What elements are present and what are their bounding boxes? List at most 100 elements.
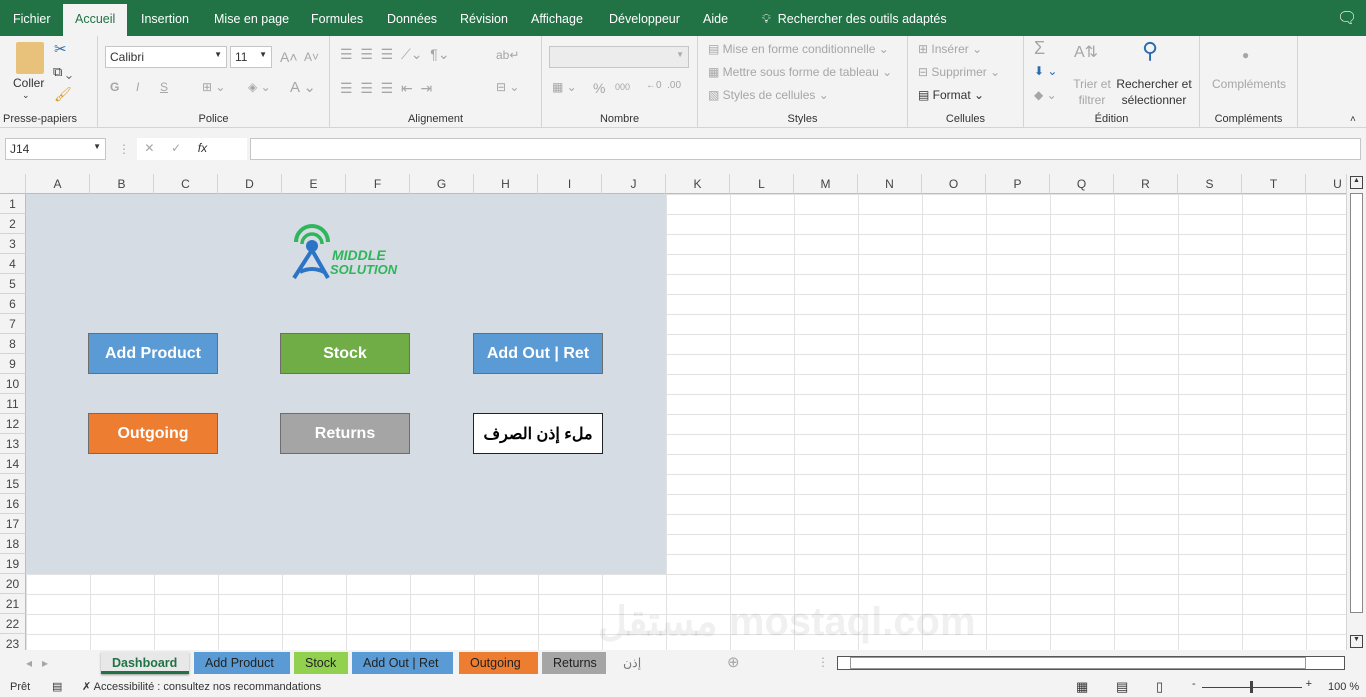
clear-icon[interactable]: ◆ ⌄ [1034, 88, 1057, 102]
find-select-button[interactable]: Rechercher et sélectionner [1116, 76, 1192, 108]
column-header[interactable]: Q [1050, 174, 1114, 194]
column-header[interactable]: M [794, 174, 858, 194]
align-left-icons[interactable]: ☰ ☰ ☰ ⇤ ⇥ [340, 80, 432, 97]
row-header[interactable]: 1 [0, 194, 26, 214]
column-header[interactable]: N [858, 174, 922, 194]
row-header[interactable]: 13 [0, 434, 26, 454]
tab-formules[interactable]: Formules [299, 0, 375, 36]
page-layout-icon[interactable]: ▤ [1116, 679, 1128, 695]
row-header[interactable]: 12 [0, 414, 26, 434]
column-header[interactable]: J [602, 174, 666, 194]
decimal-icons[interactable]: ←0 .00 [646, 80, 681, 91]
column-header[interactable]: C [154, 174, 218, 194]
font-name-select[interactable]: Calibri ▼ [105, 46, 227, 68]
collapse-ribbon-icon[interactable]: ˄ [1350, 114, 1356, 125]
tab-accueil[interactable]: Accueil [63, 4, 128, 40]
row-header[interactable]: 14 [0, 454, 26, 474]
column-header[interactable]: B [90, 174, 154, 194]
sheet-tab[interactable]: Add Product [194, 652, 290, 674]
sort-filter-icon[interactable]: A⇅ [1074, 42, 1098, 62]
format-button[interactable]: ▤ Format ⌄ [918, 88, 984, 102]
row-header[interactable]: 9 [0, 354, 26, 374]
vertical-scrollbar[interactable]: ▲ ▼ [1346, 174, 1366, 650]
row-header[interactable]: 15 [0, 474, 26, 494]
copy-icon[interactable]: ⧉ ⌄ [53, 64, 72, 80]
fx-button[interactable]: fx [198, 141, 207, 155]
cut-icon[interactable]: ✂ [54, 40, 67, 58]
row-header[interactable]: 3 [0, 234, 26, 254]
align-top-icons[interactable]: ☰ ☰ ☰ ⟋⌄ ¶⌄ [340, 46, 450, 63]
page-break-icon[interactable]: ▯ [1156, 679, 1163, 695]
sheet-nav-arrows[interactable]: ◂ ▸ [26, 656, 48, 670]
merge-icon[interactable]: ⊟ ⌄ [496, 80, 519, 94]
column-header[interactable]: O [922, 174, 986, 194]
column-header[interactable]: A [26, 174, 90, 194]
row-header[interactable]: 7 [0, 314, 26, 334]
fill-color-icon[interactable]: ◈ ⌄ [248, 80, 271, 94]
tab-donnees[interactable]: Données [375, 0, 449, 36]
borders-icon[interactable]: ⊞ ⌄ [202, 80, 225, 94]
tab-affichage[interactable]: Affichage [519, 0, 595, 36]
column-header[interactable]: L [730, 174, 794, 194]
returns-button[interactable]: Returns [280, 413, 410, 454]
add-sheet-icon[interactable]: ⊕ [727, 653, 740, 671]
column-header[interactable]: U [1306, 174, 1346, 194]
zoom-slider[interactable]: - + [1192, 678, 1312, 693]
sheet-tab[interactable]: إذن الصرف [612, 652, 672, 692]
row-header[interactable]: 18 [0, 534, 26, 554]
zoom-level[interactable]: 100 % [1328, 681, 1359, 693]
font-size-select[interactable]: 11 ▼ [230, 46, 272, 68]
cancel-icon[interactable]: ✕ [141, 141, 154, 155]
row-header[interactable]: 22 [0, 614, 26, 634]
tab-revision[interactable]: Révision [448, 0, 520, 36]
column-header[interactable]: F [346, 174, 410, 194]
fill-icon[interactable]: ⬇ ⌄ [1034, 64, 1057, 78]
column-header[interactable]: S [1178, 174, 1242, 194]
add-product-button[interactable]: Add Product [88, 333, 218, 374]
row-header[interactable]: 20 [0, 574, 26, 594]
column-header[interactable]: E [282, 174, 346, 194]
row-header[interactable]: 23 [0, 634, 26, 650]
format-as-table-button[interactable]: ▦ Mettre sous forme de tableau ⌄ [708, 65, 892, 79]
increase-font-icon[interactable]: A˄ [280, 49, 298, 65]
row-header[interactable]: 2 [0, 214, 26, 234]
column-header[interactable]: T [1242, 174, 1306, 194]
fill-disbursement-button[interactable]: ملء إذن الصرف [473, 413, 603, 454]
paste-icon[interactable] [16, 42, 44, 74]
addins-button[interactable]: Compléments [1212, 77, 1286, 91]
row-header[interactable]: 19 [0, 554, 26, 574]
row-header[interactable]: 4 [0, 254, 26, 274]
splitter-icon[interactable]: ⋮ [817, 655, 829, 669]
row-header[interactable]: 21 [0, 594, 26, 614]
column-header[interactable]: D [218, 174, 282, 194]
accessibility-status[interactable]: ✗ Accessibilité : consultez nos recomman… [82, 680, 321, 693]
conditional-formatting-button[interactable]: ▤ Mise en forme conditionnelle ⌄ [708, 42, 889, 56]
row-header[interactable]: 11 [0, 394, 26, 414]
tab-fichier[interactable]: Fichier [1, 0, 63, 36]
wrap-text-icon[interactable]: ab↵ [496, 48, 519, 62]
add-out-ret-button[interactable]: Add Out | Ret [473, 333, 603, 374]
tab-mise-en-page[interactable]: Mise en page [202, 0, 301, 36]
comments-icon[interactable]: 🗨︎ [1325, 0, 1366, 36]
row-header[interactable]: 16 [0, 494, 26, 514]
format-painter-icon[interactable]: 🖌︎ [54, 86, 72, 103]
sheet-tab[interactable]: Dashboard [101, 652, 189, 674]
row-header[interactable]: 8 [0, 334, 26, 354]
row-header[interactable]: 5 [0, 274, 26, 294]
currency-icon[interactable]: ▦ ⌄ [552, 80, 577, 94]
column-header[interactable]: G [410, 174, 474, 194]
name-box[interactable]: J14 ▼ [5, 138, 106, 160]
row-header[interactable]: 17 [0, 514, 26, 534]
sort-filter-button[interactable]: Trier et filtrer [1072, 76, 1112, 108]
column-header[interactable]: I [538, 174, 602, 194]
tell-me-search[interactable]: 💡︎ Rechercher des outils adaptés [750, 0, 959, 36]
percent-button[interactable]: % [593, 80, 605, 96]
paste-button[interactable]: Coller [13, 76, 44, 90]
cell-styles-button[interactable]: ▧ Styles de cellules ⌄ [708, 88, 829, 102]
tab-developpeur[interactable]: Développeur [597, 0, 692, 36]
insert-button[interactable]: ⊞ Insérer ⌄ [918, 42, 982, 56]
number-format-select[interactable]: ▼ [549, 46, 689, 68]
column-header[interactable]: H [474, 174, 538, 194]
column-header[interactable]: R [1114, 174, 1178, 194]
row-header[interactable]: 6 [0, 294, 26, 314]
